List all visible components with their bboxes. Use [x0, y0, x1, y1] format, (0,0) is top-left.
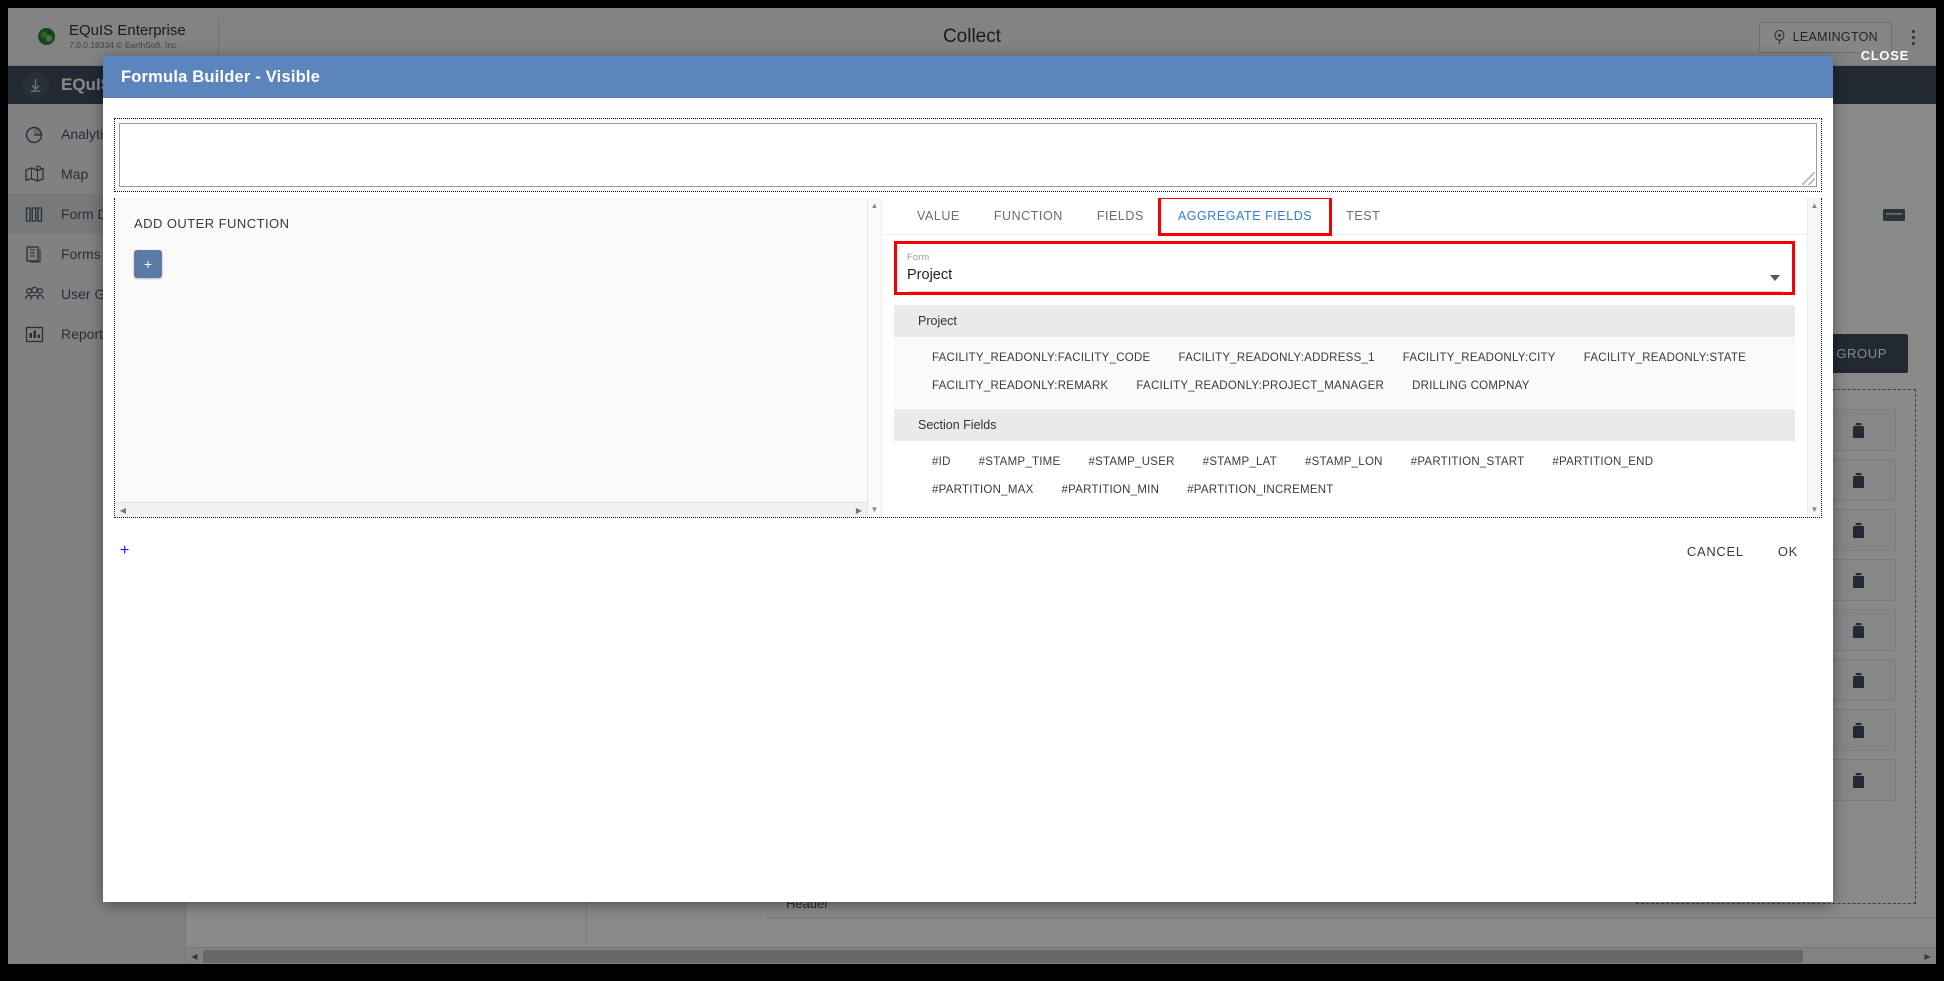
field-chip[interactable]: FACILITY_READONLY:STATE	[1570, 344, 1760, 372]
builder-panes: ADD OUTER FUNCTION + ◀ ▶ ▲ ▼ VALUE FUNCT…	[114, 198, 1822, 518]
scroll-right-arrow[interactable]: ▶	[851, 506, 867, 515]
map-icon	[25, 164, 44, 182]
chip-row: #ID #STAMP_TIME #STAMP_USER #STAMP_LAT #…	[894, 441, 1795, 511]
fields-panel: VALUE FUNCTION FIELDS AGGREGATE FIELDS T…	[882, 198, 1821, 517]
divider	[766, 917, 1936, 918]
scrollbar-track[interactable]	[203, 948, 1919, 965]
scroll-down-arrow[interactable]: ▼	[871, 505, 879, 514]
cancel-button[interactable]: CANCEL	[1687, 544, 1744, 559]
field-group-section-fields: Section Fields #ID #STAMP_TIME #STAMP_US…	[882, 409, 1807, 511]
field-chip[interactable]: FACILITY_READONLY:PROJECT_MANAGER	[1122, 372, 1398, 400]
add-formula-link[interactable]: +	[114, 543, 129, 559]
trash-icon[interactable]	[1849, 420, 1868, 441]
form-select-highlight: Form Project	[894, 241, 1795, 295]
books-icon	[25, 206, 43, 222]
chevron-down-icon[interactable]	[1770, 275, 1780, 281]
field-chip[interactable]: DRILLING COMPNAY	[1398, 372, 1544, 400]
divider	[217, 18, 219, 55]
form-select[interactable]: Form Project	[907, 250, 1782, 292]
globe-icon	[38, 28, 55, 45]
sidebar-item-label: Map	[61, 166, 89, 182]
field-chip[interactable]: FACILITY_READONLY:REMARK	[918, 372, 1122, 400]
equis-drop-icon	[22, 71, 49, 99]
tab-test[interactable]: TEST	[1329, 199, 1397, 233]
kebab-menu-icon[interactable]	[1900, 24, 1926, 51]
formula-builder-dialog: Formula Builder - Visible ADD OUTER FUNC…	[103, 56, 1833, 902]
app-brand[interactable]: EQuIS	[8, 71, 112, 99]
outer-function-panel: ADD OUTER FUNCTION + ◀ ▶	[115, 198, 868, 517]
sidebar-item-label: Forms	[61, 246, 101, 262]
group-header: Section Fields	[894, 409, 1795, 441]
field-chip[interactable]: #PARTITION_START	[1397, 448, 1539, 476]
field-group-project: Project FACILITY_READONLY:FACILITY_CODE …	[882, 305, 1807, 407]
field-chip[interactable]: #PARTITION_MAX	[918, 476, 1048, 504]
field-chip[interactable]: FACILITY_READONLY:ADDRESS_1	[1164, 344, 1388, 372]
location-pin-icon	[1774, 29, 1785, 44]
ok-button[interactable]: OK	[1778, 544, 1798, 559]
tab-fields[interactable]: FIELDS	[1080, 199, 1161, 233]
scroll-right-arrow[interactable]: ▶	[1919, 952, 1936, 961]
documents-icon	[26, 245, 41, 263]
field-chip[interactable]: #PARTITION_END	[1538, 448, 1667, 476]
tab-bar: VALUE FUNCTION FIELDS AGGREGATE FIELDS T…	[882, 198, 1807, 236]
form-select-value: Project	[907, 267, 953, 283]
pie-chart-icon	[25, 126, 43, 143]
page-title: Collect	[942, 26, 1002, 47]
formula-editor-container	[114, 118, 1822, 192]
tab-aggregate-fields[interactable]: AGGREGATE FIELDS	[1157, 198, 1333, 236]
bar-chart-icon	[25, 326, 44, 342]
scroll-up-arrow[interactable]: ▲	[1811, 201, 1819, 210]
scroll-up-arrow[interactable]: ▲	[871, 201, 879, 210]
field-chip[interactable]: #PARTITION_MIN	[1048, 476, 1174, 504]
form-select-label: Form	[907, 252, 930, 263]
grid-icon[interactable]	[1880, 204, 1908, 226]
field-chip[interactable]: FACILITY_READONLY:CITY	[1389, 344, 1570, 372]
field-chip[interactable]: #STAMP_LAT	[1189, 448, 1291, 476]
field-chip[interactable]: #STAMP_LON	[1291, 448, 1397, 476]
scroll-left-arrow[interactable]: ◀	[186, 952, 203, 961]
dialog-actions: CANCEL OK	[1687, 544, 1822, 559]
fields-panel-vertical-scrollbar[interactable]: ▲ ▼	[1807, 198, 1821, 517]
dialog-body: ADD OUTER FUNCTION + ◀ ▶ ▲ ▼ VALUE FUNCT…	[103, 98, 1833, 902]
field-chip[interactable]: #PARTITION_INCREMENT	[1173, 476, 1347, 504]
enterprise-version: 7.0.0.18334 © EarthSoft, Inc.	[69, 40, 179, 51]
trash-icon[interactable]	[1849, 470, 1868, 491]
content-toolbar	[1880, 204, 1936, 226]
field-chip[interactable]: #STAMP_USER	[1074, 448, 1188, 476]
field-chip[interactable]: FACILITY_READONLY:FACILITY_CODE	[918, 344, 1164, 372]
resize-handle[interactable]	[1802, 172, 1815, 185]
group-header: Project	[894, 305, 1795, 337]
enterprise-logo: EQuIS Enterprise 7.0.0.18334 © EarthSoft…	[8, 18, 219, 55]
scroll-down-arrow[interactable]: ▼	[1811, 505, 1819, 514]
chip-row: FACILITY_READONLY:FACILITY_CODE FACILITY…	[894, 337, 1795, 407]
add-outer-function-button[interactable]: +	[134, 250, 162, 278]
horizontal-scrollbar[interactable]: ◀ ▶	[186, 947, 1936, 964]
dialog-title: Formula Builder - Visible	[121, 67, 321, 86]
trash-icon[interactable]	[1849, 620, 1868, 641]
close-button[interactable]: CLOSE	[1861, 48, 1909, 63]
trash-icon[interactable]	[1849, 720, 1868, 741]
dialog-footer: + CANCEL OK	[114, 528, 1822, 574]
scroll-left-arrow[interactable]: ◀	[115, 506, 131, 515]
screen: EQuIS Enterprise 7.0.0.18334 © EarthSoft…	[0, 0, 1944, 981]
user-label: LEAMINGTON	[1792, 30, 1878, 44]
field-chip[interactable]: #ID	[918, 448, 965, 476]
add-outer-function-label: ADD OUTER FUNCTION	[134, 216, 290, 231]
field-chip[interactable]: #STAMP_TIME	[965, 448, 1075, 476]
trash-icon[interactable]	[1849, 520, 1868, 541]
tab-value[interactable]: VALUE	[900, 199, 977, 233]
left-panel-vertical-scrollbar[interactable]: ▲ ▼	[868, 198, 882, 517]
people-icon	[24, 286, 45, 300]
trash-icon[interactable]	[1849, 570, 1868, 591]
dialog-header: Formula Builder - Visible	[103, 56, 1833, 98]
left-panel-horizontal-scrollbar[interactable]: ◀ ▶	[115, 502, 867, 517]
tab-function[interactable]: FUNCTION	[977, 199, 1080, 233]
formula-input[interactable]	[119, 123, 1817, 187]
trash-icon[interactable]	[1849, 770, 1868, 791]
scrollbar-thumb[interactable]	[203, 949, 1803, 963]
trash-icon[interactable]	[1849, 670, 1868, 691]
enterprise-product-name: EQuIS Enterprise	[69, 21, 186, 39]
fields-panel-content: VALUE FUNCTION FIELDS AGGREGATE FIELDS T…	[882, 198, 1807, 517]
